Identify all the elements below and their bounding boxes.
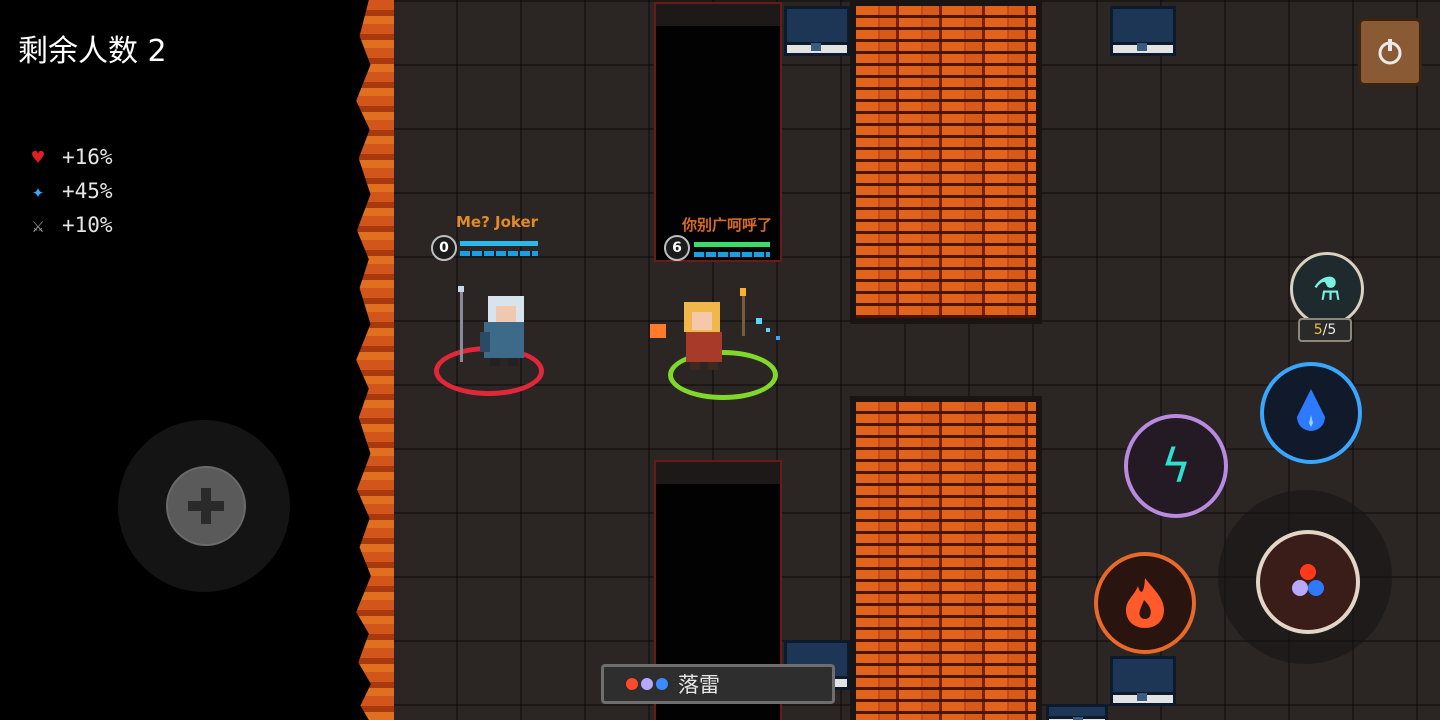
cast-combo-button[interactable] (1256, 530, 1360, 634)
pause-button[interactable] (1358, 18, 1422, 86)
water-element-dot (656, 678, 668, 690)
health-bar (460, 241, 538, 246)
potion-count: 5/5 (1298, 318, 1352, 342)
mana-icon: ✦ (31, 179, 45, 203)
treasure-chest[interactable] (1110, 656, 1176, 706)
buff-mana: ✦ +45% (26, 174, 113, 208)
water-skill-button[interactable] (1260, 362, 1362, 464)
player-name: 你别广呵呼了 (682, 216, 773, 234)
lightning-skill-button[interactable]: ϟ (1124, 414, 1228, 518)
element-combo-icon (1292, 564, 1324, 596)
void-area (0, 0, 360, 720)
water-drop-icon (1297, 389, 1325, 431)
mana-bar (694, 252, 770, 257)
mana-bar (460, 251, 538, 256)
potion-count-current: 5 (1313, 322, 1323, 338)
buff-value: +16% (62, 145, 113, 169)
spell-element-dots (626, 678, 668, 690)
potion-icon: ⚗ (1312, 270, 1342, 308)
health-bar (694, 242, 770, 247)
joystick-knob[interactable] (166, 466, 246, 546)
power-icon (1378, 39, 1402, 65)
treasure-chest[interactable] (1046, 704, 1108, 720)
current-spell-bar: 落雷 (601, 664, 835, 704)
potion-button[interactable]: ⚗ (1290, 252, 1364, 326)
buff-attack: ⚔ +10% (26, 208, 113, 242)
buff-list: ♥ +16% ✦ +45% ⚔ +10% (26, 140, 113, 242)
treasure-chest[interactable] (1110, 6, 1176, 56)
fire-element-dot (626, 678, 638, 690)
sword-icon: ⚔ (31, 213, 45, 237)
fire-skill-button[interactable] (1094, 552, 1196, 654)
lava-brick-wall-bottom (850, 396, 1042, 720)
fire-icon (1126, 578, 1164, 628)
mage-sprite (650, 288, 780, 370)
remaining-players-label: 剩余人数 2 (18, 34, 167, 69)
lightning-icon: ϟ (1160, 439, 1192, 493)
treasure-chest[interactable] (784, 6, 850, 56)
arcane-element-dot (641, 678, 653, 690)
plus-icon (188, 488, 224, 524)
buff-value: +10% (62, 213, 113, 237)
player-level-badge: 0 (431, 235, 457, 261)
player-level-badge: 6 (664, 235, 690, 261)
heart-icon: ♥ (31, 145, 45, 169)
movement-joystick[interactable] (118, 420, 290, 592)
lava-brick-wall-top (850, 0, 1042, 324)
buff-health: ♥ +16% (26, 140, 113, 174)
player-name: Me? Joker (456, 213, 539, 231)
wizard-sprite (458, 286, 524, 366)
potion-count-max: 5 (1327, 322, 1337, 338)
buff-value: +45% (62, 179, 113, 203)
spell-name: 落雷 (678, 673, 720, 697)
